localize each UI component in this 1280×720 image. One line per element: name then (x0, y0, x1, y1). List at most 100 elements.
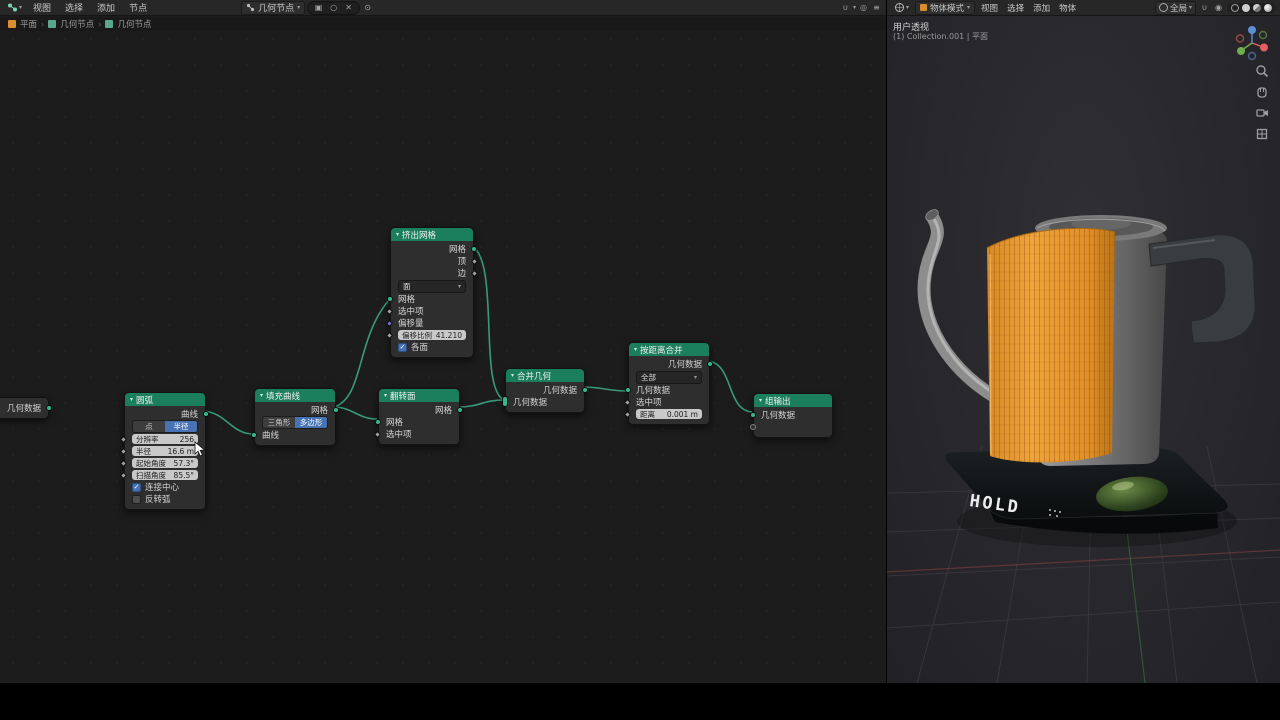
snap-magnet-icon[interactable]: ∪ (1199, 2, 1210, 13)
node-group-output[interactable]: ▾ 组输出 几何数据 (750, 393, 833, 438)
mesh-input-socket[interactable] (387, 296, 393, 302)
side-output-socket[interactable] (470, 269, 479, 277)
node-fill-curve-header[interactable]: ▾ 填充曲线 (255, 389, 335, 402)
zoom-icon[interactable] (1255, 64, 1269, 78)
resolution-socket[interactable] (119, 435, 128, 443)
collapse-icon[interactable]: ▾ (384, 392, 387, 399)
snap-options-chevron[interactable]: ▾ (853, 4, 856, 11)
material-shading-icon[interactable] (1253, 3, 1261, 12)
editor-divider[interactable] (886, 0, 887, 683)
geometry-input-socket[interactable] (625, 387, 631, 393)
sweep-angle-socket[interactable] (119, 471, 128, 479)
menu-add[interactable]: 添加 (1030, 2, 1053, 14)
node-flip-faces-header[interactable]: ▾ 翻转面 (379, 389, 459, 402)
editor-type-button[interactable]: ▾ (4, 2, 25, 13)
editor-type-button[interactable]: ▾ (891, 2, 912, 13)
transform-orientation-dropdown[interactable]: 全局 ▾ (1154, 0, 1196, 15)
proportional-edit-icon[interactable]: ◉ (1213, 2, 1224, 13)
fill-mode-toggle[interactable]: 三角形 多边形 (262, 416, 328, 429)
node-tree-id-field[interactable]: ▣ ○ ✕ (307, 0, 361, 15)
start-angle-socket[interactable] (119, 459, 128, 467)
collapse-icon[interactable]: ▾ (511, 372, 514, 379)
menu-view[interactable]: 视图 (978, 2, 1001, 14)
menu-node[interactable]: 节点 (123, 1, 153, 14)
curve-output-socket[interactable] (203, 411, 209, 417)
individual-checkbox[interactable]: ✓ (398, 342, 407, 352)
menu-add[interactable]: 添加 (91, 1, 121, 14)
sweep-angle-field[interactable]: 扫描角度 85.5° (132, 470, 198, 480)
breadcrumb-node-tree[interactable]: 几何节点 (117, 18, 151, 30)
invert-arc-checkbox[interactable] (132, 494, 141, 504)
node-group-input[interactable]: 几何数据 (0, 397, 52, 419)
mesh-output-socket[interactable] (471, 246, 477, 252)
mesh-input-socket[interactable] (375, 419, 381, 425)
merge-mode-dropdown[interactable]: 全部 ▾ (636, 370, 702, 384)
navigation-gizmo[interactable] (1233, 24, 1271, 62)
camera-view-icon[interactable] (1255, 106, 1269, 120)
arc-mode-toggle[interactable]: 点 半径 (132, 420, 198, 433)
node-extrude-mesh[interactable]: ▾ 挤出网格 网格 顶 边 面 ▾ 网格 选中项 偏移量 偏移比例 41.210… (385, 227, 479, 358)
node-group-output-header[interactable]: ▾ 组输出 (754, 394, 832, 407)
geometry-output-socket[interactable] (582, 387, 588, 393)
offset-input-socket[interactable] (385, 319, 394, 327)
node-flip-faces[interactable]: ▾ 翻转面 网格 网格 选中项 (373, 388, 463, 445)
menu-view[interactable]: 视图 (27, 1, 57, 14)
geometry-output-socket[interactable] (707, 361, 713, 367)
mesh-output-socket[interactable] (457, 407, 463, 413)
selection-input-socket[interactable] (373, 430, 382, 438)
geometry-multi-input-socket[interactable] (502, 396, 508, 407)
curve-input-socket[interactable] (251, 432, 257, 438)
start-angle-field[interactable]: 起始角度 57.3° (132, 458, 198, 468)
mode-ngons[interactable]: 多边形 (295, 417, 327, 428)
node-fill-curve[interactable]: ▾ 填充曲线 网格 三角形 多边形 曲线 (251, 388, 339, 446)
options-icon[interactable]: ≡ (871, 2, 882, 13)
shield-icon[interactable]: ▣ (313, 2, 324, 13)
breadcrumb-object[interactable]: 平面 (20, 18, 37, 30)
rendered-shading-icon[interactable] (1264, 3, 1272, 12)
mode-radius[interactable]: 半径 (165, 421, 197, 432)
mode-dropdown[interactable]: 物体模式 ▾ (915, 0, 976, 15)
unlink-icon[interactable]: ✕ (343, 2, 354, 13)
extrude-mode-dropdown[interactable]: 面 ▾ (398, 279, 466, 293)
node-arc-header[interactable]: ▾ 圆弧 (125, 393, 205, 406)
overlays-icon[interactable]: ◎ (858, 2, 869, 13)
virtual-input-socket[interactable] (750, 424, 756, 430)
radius-socket[interactable] (119, 447, 128, 455)
collapse-icon[interactable]: ▾ (130, 396, 133, 403)
menu-select[interactable]: 选择 (59, 1, 89, 14)
toggle-perspective-icon[interactable] (1255, 127, 1269, 141)
viewport-canvas[interactable]: HOLD 用户透视 (1) Collection.001 | 平面 (887, 16, 1280, 683)
geometry-node-editor[interactable]: 几何数据 ▾ 圆弧 曲线 点 半径 分辨率 256 半径 16.6 m 起始角度… (0, 0, 886, 683)
node-merge-by-distance-header[interactable]: ▾ 按距离合并 (629, 343, 709, 356)
distance-socket[interactable] (623, 410, 632, 418)
node-tree-selector[interactable]: 几何节点 ▾ (241, 0, 306, 15)
mode-points[interactable]: 点 (133, 421, 165, 432)
collapse-icon[interactable]: ▾ (759, 397, 762, 404)
mode-triangles[interactable]: 三角形 (263, 417, 295, 428)
selection-input-socket[interactable] (385, 307, 394, 315)
move-view-hand-icon[interactable] (1255, 85, 1269, 99)
selection-input-socket[interactable] (623, 398, 632, 406)
top-output-socket[interactable] (470, 257, 479, 265)
connect-center-checkbox[interactable]: ✓ (132, 482, 141, 492)
offset-scale-field[interactable]: 偏移比例 41.210 (398, 330, 466, 340)
node-join-geometry-header[interactable]: ▾ 合并几何 (506, 369, 584, 382)
mesh-output-socket[interactable] (333, 407, 339, 413)
fake-user-icon[interactable]: ○ (328, 2, 339, 13)
node-merge-by-distance[interactable]: ▾ 按距离合并 几何数据 全部 ▾ 几何数据 选中项 距离 0.001 m (623, 342, 713, 425)
distance-field[interactable]: 距离 0.001 m (636, 409, 702, 419)
collapse-icon[interactable]: ▾ (634, 346, 637, 353)
wireframe-shading-icon[interactable] (1231, 3, 1239, 12)
resolution-field[interactable]: 分辨率 256 (132, 434, 198, 444)
radius-field[interactable]: 半径 16.6 m (132, 446, 198, 456)
pin-icon[interactable]: ⊙ (362, 2, 373, 13)
geometry-input-socket[interactable] (750, 412, 756, 418)
menu-select[interactable]: 选择 (1004, 2, 1027, 14)
offset-scale-socket[interactable] (385, 331, 394, 339)
geometry-output-socket[interactable] (46, 405, 52, 411)
solid-shading-icon[interactable] (1242, 3, 1250, 12)
node-join-geometry[interactable]: ▾ 合并几何 几何数据 几何数据 (502, 368, 588, 413)
snap-magnet-icon[interactable]: ∪ (840, 2, 851, 13)
collapse-icon[interactable]: ▾ (396, 231, 399, 238)
breadcrumb-modifier[interactable]: 几何节点 (60, 18, 94, 30)
